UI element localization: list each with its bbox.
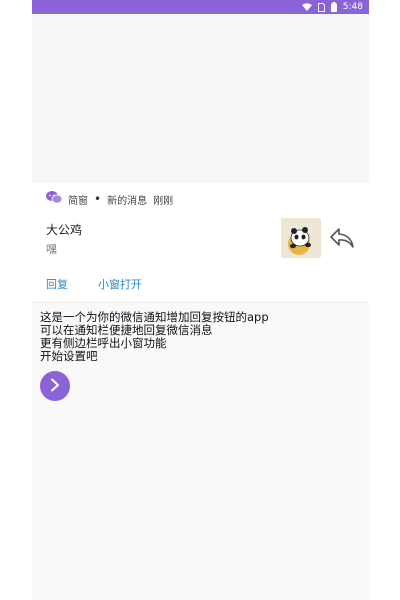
app-name: 简窗 <box>68 195 88 207</box>
sender-name: 大公鸡 <box>46 223 83 237</box>
status-bar: 5:48 <box>32 0 369 14</box>
avatar <box>281 218 321 258</box>
notification-subtitle: 新的消息 <box>107 195 148 207</box>
wifi-icon <box>301 3 312 11</box>
chevron-right-icon <box>49 378 61 395</box>
sim-icon <box>317 2 325 12</box>
notification-header: 简窗 • 新的消息 刚刚 <box>46 191 355 207</box>
notification-actions: 回复 小窗打开 <box>46 276 355 292</box>
intro-line: 开始设置吧 <box>40 349 98 363</box>
open-small-window-action[interactable]: 小窗打开 <box>98 276 142 292</box>
notification-card[interactable]: 简窗 • 新的消息 刚刚 大公鸡 嘿 回复 小窗打开 <box>32 181 369 303</box>
status-time: 5:48 <box>342 2 363 12</box>
intro-section: 这是一个为你的微信通知增加回复按钮的app 可以在通知栏便捷地回复微信消息 更有… <box>32 303 369 409</box>
wechat-icon <box>46 191 63 207</box>
phone-screen: 5:48 简窗 • 新的消息 刚刚 大公鸡 嘿 回复 小窗打开 这是一个为你的微… <box>32 0 369 600</box>
notification-time: 刚刚 <box>153 195 174 207</box>
notification-text: 大公鸡 嘿 <box>46 221 281 257</box>
header-separator: • <box>94 192 102 206</box>
top-blank-area <box>32 14 369 181</box>
battery-icon <box>330 2 337 12</box>
message-preview: 嘿 <box>46 243 57 256</box>
notification-body: 大公鸡 嘿 <box>46 218 355 258</box>
reply-action[interactable]: 回复 <box>46 276 68 292</box>
next-button[interactable] <box>40 371 70 401</box>
reply-arrow-icon[interactable] <box>329 227 355 253</box>
